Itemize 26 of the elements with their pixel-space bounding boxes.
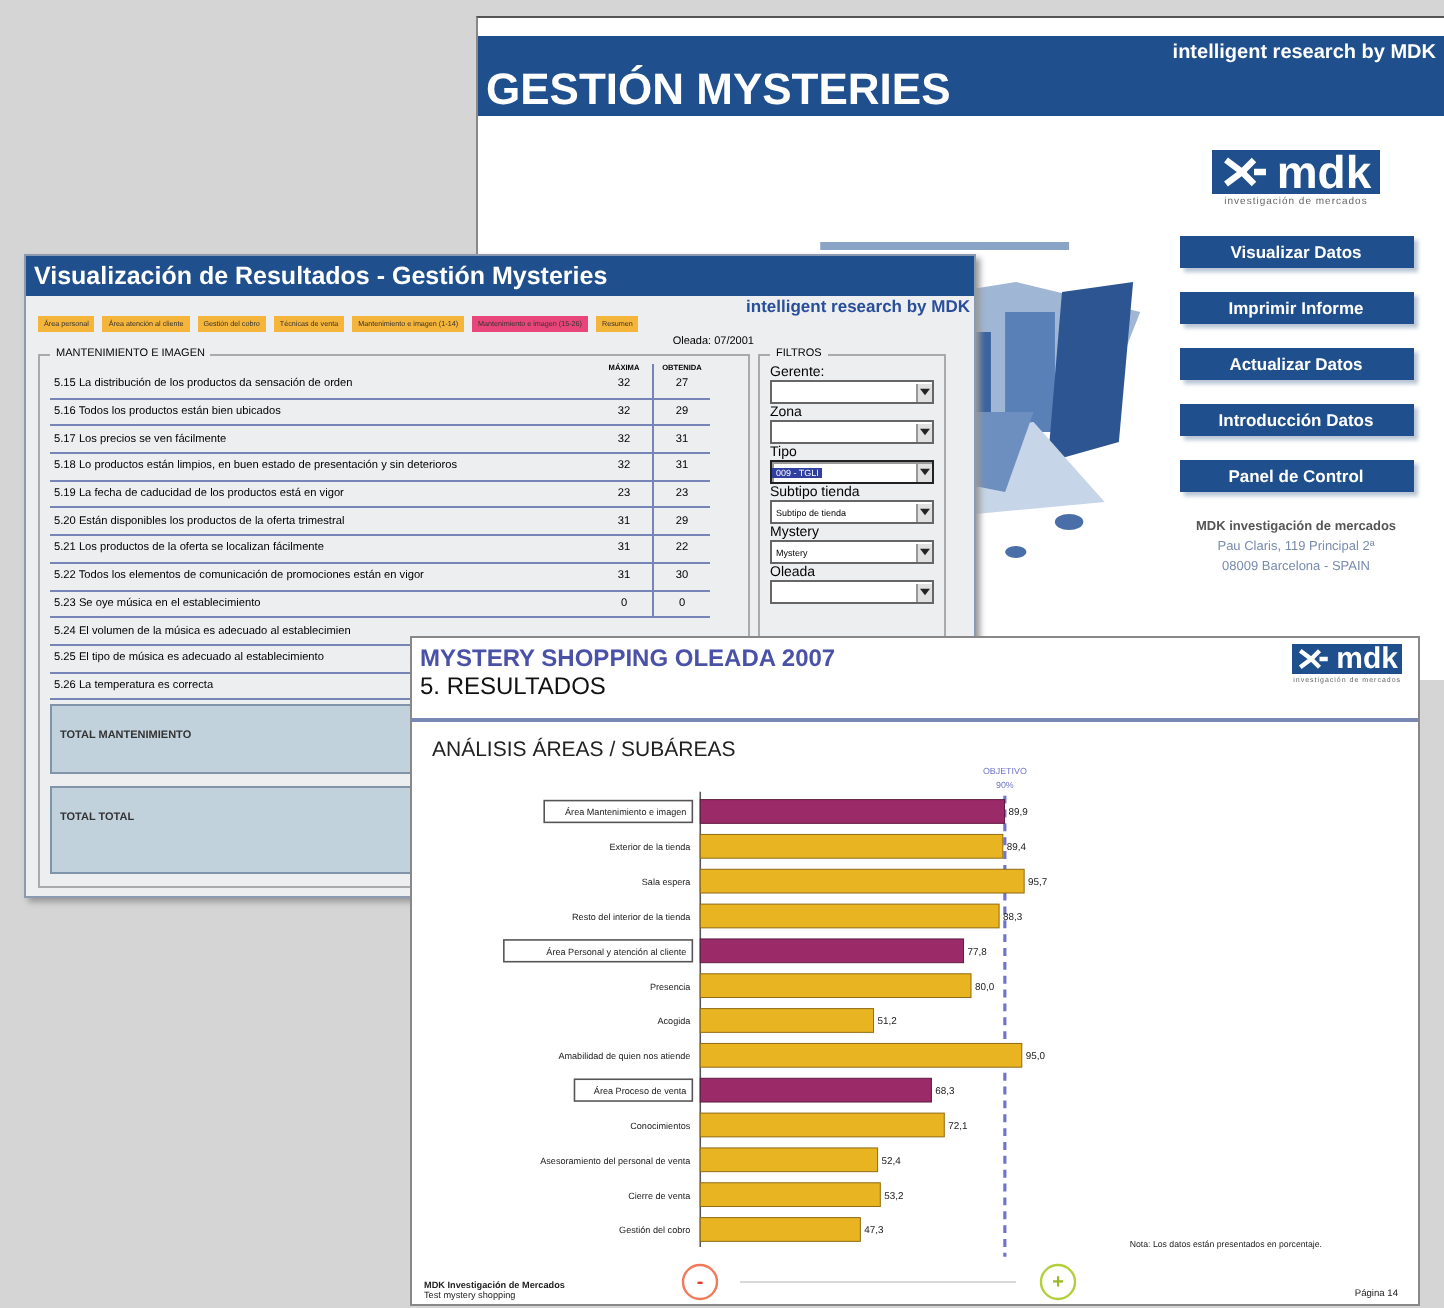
dropdown[interactable] xyxy=(770,580,934,604)
dropdown[interactable] xyxy=(770,380,934,404)
dropdown-arrow-icon[interactable] xyxy=(916,543,932,561)
menu-button[interactable]: Actualizar Datos xyxy=(1179,348,1413,380)
menu-button[interactable]: Panel de Control xyxy=(1179,460,1413,492)
section-heading: ANÁLISIS ÁREAS / SUBÁREAS xyxy=(430,737,738,762)
report-subtitle: 5. RESULTADOS xyxy=(420,672,608,700)
logo-wordmark: mdk xyxy=(1336,644,1398,674)
window-title: GESTIÓN MYSTERIES xyxy=(484,64,953,116)
minus-marker: - xyxy=(681,1263,719,1301)
menu-button[interactable]: Visualizar Datos xyxy=(1179,236,1413,268)
report-title: MYSTERY SHOPPING OLEADA 2007 xyxy=(420,644,836,672)
brand-text: intelligent research by MDK xyxy=(746,296,970,316)
logo-wordmark: mdk xyxy=(1276,150,1372,194)
dropdown-arrow-icon[interactable] xyxy=(916,463,932,481)
dropdown-arrow-icon[interactable] xyxy=(916,423,932,441)
plus-marker: + xyxy=(1039,1263,1077,1301)
menu-button[interactable]: Imprimir Informe xyxy=(1179,292,1413,324)
dropdown-arrow-icon[interactable] xyxy=(916,383,932,401)
dropdown-arrow-icon[interactable] xyxy=(916,583,932,601)
dropdown[interactable] xyxy=(770,420,934,444)
window-title: Visualización de Resultados - Gestión Mysteries xyxy=(34,262,608,290)
menu-button[interactable]: Introducción Datos xyxy=(1179,404,1413,436)
brand-text: intelligent research by MDK xyxy=(1172,40,1438,64)
x-mark-icon xyxy=(1296,648,1333,670)
dropdown-arrow-icon[interactable] xyxy=(916,503,932,521)
